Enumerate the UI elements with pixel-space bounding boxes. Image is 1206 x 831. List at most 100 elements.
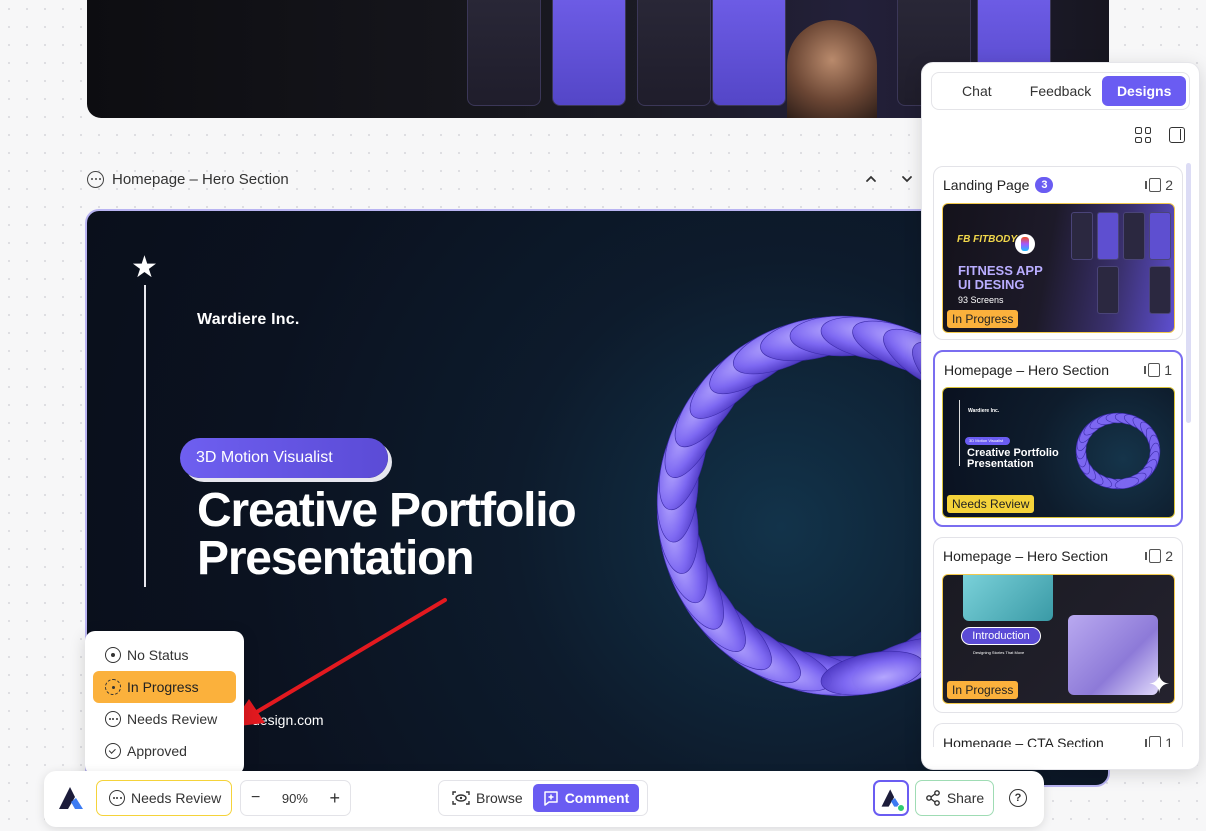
page-count-value: 1 xyxy=(1165,735,1173,747)
pages-icon xyxy=(1145,549,1162,563)
hero-title-line-1: Creative Portfolio xyxy=(197,484,577,537)
company-name: Wardiere Inc. xyxy=(197,311,300,328)
tab-feedback[interactable]: Feedback xyxy=(1019,76,1103,106)
status-select-button[interactable]: Needs Review xyxy=(96,780,232,816)
mode-switcher: Browse Comment xyxy=(438,780,648,816)
design-thumbnail[interactable]: FB FITBODY FITNESS APP UI DESING 93 Scre… xyxy=(942,203,1175,333)
browse-label: Browse xyxy=(476,790,523,806)
chevron-down-icon[interactable] xyxy=(900,172,914,186)
thumb-headline-line-2: UI DESING xyxy=(958,277,1025,292)
page-count-value: 2 xyxy=(1165,548,1173,564)
preview-screen xyxy=(467,0,541,106)
status-badge: In Progress xyxy=(947,310,1019,328)
thumb-screens-count: 93 Screens xyxy=(958,295,1004,305)
pages-icon xyxy=(1144,363,1161,377)
thumb-screen xyxy=(1097,266,1119,314)
help-icon: ? xyxy=(1009,789,1027,807)
dots-circle-icon xyxy=(109,790,125,806)
design-card-title: Homepage – CTA Section xyxy=(943,735,1104,747)
zoom-out-button[interactable]: − xyxy=(251,789,260,807)
share-label: Share xyxy=(946,790,985,806)
preview-photo xyxy=(787,20,877,118)
user-avatar-button[interactable] xyxy=(873,780,909,816)
thumb-pill: 3D Motion Visualist xyxy=(965,437,1010,445)
thumb-title-line-2: Presentation xyxy=(967,458,1034,470)
bottom-toolbar: Needs Review − 90% + Browse Comment Shar… xyxy=(44,771,1044,827)
page-count: 2 xyxy=(1145,548,1173,564)
status-option-needs-review[interactable]: Needs Review xyxy=(93,703,236,735)
design-card-hero-section-2[interactable]: Homepage – Hero Section 2 Introduction D… xyxy=(933,537,1183,713)
thumb-company: Wardiere Inc. xyxy=(968,408,1000,414)
role-pill: 3D Motion Visualist xyxy=(180,438,388,478)
status-option-label: Approved xyxy=(127,743,187,759)
thumb-headline-line-1: FITNESS APP xyxy=(958,263,1043,278)
design-card-title: Homepage – Hero Section xyxy=(944,362,1109,378)
zoom-level: 90% xyxy=(281,790,308,806)
circle-dot-icon xyxy=(105,647,121,663)
right-panel: Chat Feedback Designs Landing Page 3 2 F… xyxy=(921,62,1200,770)
figma-icon xyxy=(1015,234,1035,254)
chevron-up-icon[interactable] xyxy=(864,172,878,186)
share-button[interactable]: Share xyxy=(915,780,994,816)
zoom-in-button[interactable]: + xyxy=(329,788,340,809)
status-option-in-progress[interactable]: In Progress xyxy=(93,671,236,703)
status-option-no-status[interactable]: No Status xyxy=(93,639,236,671)
design-thumbnail[interactable]: Introduction Designing Stories That Move… xyxy=(942,574,1175,704)
eye-scan-icon xyxy=(452,791,470,805)
tab-chat[interactable]: Chat xyxy=(935,76,1019,106)
panel-tabs: Chat Feedback Designs xyxy=(931,72,1190,110)
hero-title-line-2: Presentation xyxy=(197,532,475,585)
grid-view-icon[interactable] xyxy=(1135,127,1151,143)
thumb-torus-graphic xyxy=(1075,412,1161,490)
status-option-label: Needs Review xyxy=(127,711,218,727)
design-card-title-text: Landing Page xyxy=(943,177,1030,193)
page-count-value: 1 xyxy=(1164,362,1172,378)
comment-mode-button[interactable]: Comment xyxy=(532,784,640,812)
thumb-screen xyxy=(1071,212,1093,260)
design-card-landing-page[interactable]: Landing Page 3 2 FB FITBODY FITNESS APP … xyxy=(933,166,1183,340)
red-arrow-annotation xyxy=(230,598,447,727)
thumb-screen xyxy=(1149,212,1171,260)
page-count-value: 2 xyxy=(1165,177,1173,193)
thumb-intro-pill: Introduction xyxy=(961,627,1041,645)
status-badge: In Progress xyxy=(947,681,1019,699)
comment-label: Comment xyxy=(564,790,630,806)
design-card-cta-section[interactable]: Homepage – CTA Section 1 xyxy=(933,723,1183,747)
app-logo-icon xyxy=(59,787,83,809)
design-card-title: Homepage – Hero Section xyxy=(943,548,1108,564)
help-button[interactable]: ? xyxy=(1000,780,1036,816)
browse-mode-button[interactable]: Browse xyxy=(442,784,533,812)
design-card-title-text: Homepage – Hero Section xyxy=(943,548,1108,564)
design-thumbnail[interactable]: Wardiere Inc. 3D Motion Visualist Creati… xyxy=(942,387,1175,518)
thumb-screen xyxy=(1123,212,1145,260)
status-option-label: No Status xyxy=(127,647,189,663)
share-icon xyxy=(925,790,940,806)
online-status-dot xyxy=(897,804,905,812)
app-logo[interactable] xyxy=(54,780,88,816)
zoom-control: − 90% + xyxy=(240,780,351,816)
status-dropdown-menu: No Status In Progress Needs Review Appro… xyxy=(85,631,244,775)
thumb-title: Creative Portfolio Presentation xyxy=(967,448,1059,470)
thumb-screen xyxy=(1149,266,1171,314)
dots-circle-icon xyxy=(105,711,121,727)
decorative-line xyxy=(144,285,146,587)
fitbody-logo: FB FITBODY xyxy=(957,234,1017,245)
tab-designs[interactable]: Designs xyxy=(1102,76,1187,106)
page-count: 1 xyxy=(1144,362,1172,378)
page-count: 1 xyxy=(1145,735,1173,747)
status-option-approved[interactable]: Approved xyxy=(93,735,236,767)
collapse-panel-icon[interactable] xyxy=(1169,127,1185,143)
decorative-line xyxy=(959,400,960,466)
thumb-headline: FITNESS APP UI DESING xyxy=(958,264,1043,292)
thumb-screen xyxy=(1097,212,1119,260)
design-card-title-text: Homepage – Hero Section xyxy=(944,362,1109,378)
design-card-hero-section-selected[interactable]: Homepage – Hero Section 1 Wardiere Inc. … xyxy=(933,350,1183,527)
thumb-phone-image xyxy=(1068,615,1158,695)
preview-screen xyxy=(712,0,786,106)
design-card-title-text: Homepage – CTA Section xyxy=(943,735,1104,747)
thumb-cassette-image xyxy=(963,575,1053,621)
status-select-label: Needs Review xyxy=(131,790,222,806)
page-count: 2 xyxy=(1145,177,1173,193)
star-icon: ★ xyxy=(131,251,158,284)
panel-scrollbar[interactable] xyxy=(1186,163,1191,423)
